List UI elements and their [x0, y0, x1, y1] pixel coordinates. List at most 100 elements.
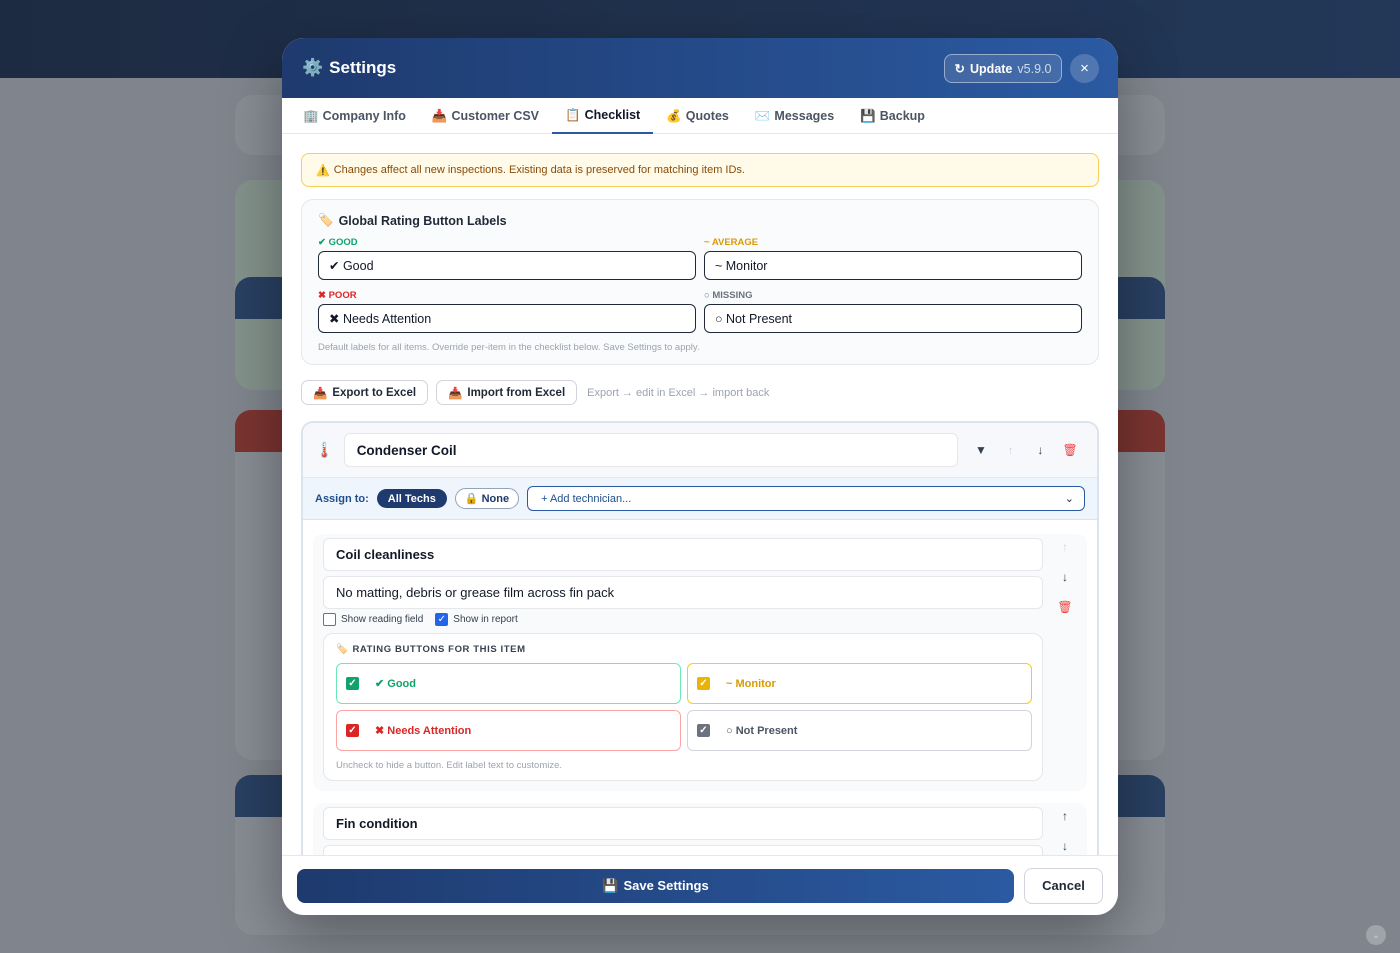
add-technician-select[interactable]: + Add technician... ⌄ — [527, 486, 1086, 511]
assign-row: Assign to: All Techs 🔒 None + Add techni… — [303, 478, 1097, 520]
tab-customer-csv[interactable]: 📥 Customer CSV — [419, 98, 552, 134]
checkbox-checked-icon[interactable]: ✓ — [697, 677, 710, 690]
poor-label-group: ✖ POOR ✖ Needs Attention — [318, 289, 696, 342]
item-title-input[interactable]: Coil cleanliness — [323, 538, 1043, 571]
rating-button-poor[interactable]: ✓ ✖ Needs Attention — [336, 710, 681, 751]
checkbox-checked-icon[interactable]: ✓ — [346, 677, 359, 690]
checkbox-checked-icon[interactable]: ✓ — [435, 613, 449, 626]
building-icon: 🏢 — [303, 108, 319, 123]
rating-button-missing[interactable]: ✓ ○ Not Present — [687, 710, 1032, 751]
export-excel-label: Export to Excel — [332, 386, 417, 399]
excel-hint: Export → edit in Excel → import back — [587, 386, 770, 399]
tab-label: Company Info — [322, 109, 406, 123]
section-header: 🌡️ Condenser Coil ▼ ↑ ↓ 🗑 — [303, 423, 1097, 478]
close-icon: × — [1080, 60, 1089, 77]
good-label-input[interactable]: ✔ Good — [318, 251, 696, 280]
item-controls: ↑ ↓ — [1055, 809, 1075, 853]
scroll-down-icon[interactable]: ⌄ — [1366, 925, 1386, 945]
show-in-report-label: Show in report — [453, 614, 518, 625]
good-caption: ✔ GOOD — [318, 237, 358, 248]
tab-label: Backup — [879, 109, 925, 123]
collapse-icon[interactable]: ▼ — [966, 443, 996, 457]
close-button[interactable]: × — [1070, 54, 1099, 83]
tab-quotes[interactable]: 💰 Quotes — [653, 98, 742, 134]
move-up-icon[interactable]: ↑ — [996, 443, 1026, 457]
trash-icon[interactable]: 🗑 — [1057, 600, 1072, 614]
global-labels-hint: Default labels for all items. Override p… — [318, 342, 700, 353]
checklist-item: Coil cleanliness No matting, debris or g… — [313, 534, 1087, 791]
chevron-down-icon: ⌄ — [1064, 493, 1075, 505]
move-down-icon[interactable]: ↓ — [1062, 570, 1068, 584]
move-up-icon[interactable]: ↑ — [1062, 540, 1068, 554]
settings-content[interactable]: ⚠️ Changes affect all new inspections. E… — [282, 135, 1118, 855]
move-up-icon[interactable]: ↑ — [1062, 809, 1068, 823]
none-label: None — [481, 492, 510, 505]
rating-button-good[interactable]: ✓ ✔ Good — [336, 663, 681, 704]
cancel-button[interactable]: Cancel — [1024, 867, 1103, 904]
floppy-disk-icon: 💾 — [860, 108, 876, 123]
item-description-input[interactable] — [323, 845, 1043, 855]
item-description-input[interactable]: No matting, debris or grease film across… — [323, 576, 1043, 609]
clipboard-icon: 📋 — [565, 107, 581, 122]
envelope-icon: ✉️ — [754, 108, 771, 123]
show-in-report-checkbox[interactable]: ✓ Show in report — [435, 613, 518, 626]
rating-missing-label[interactable]: ○ Not Present — [726, 725, 797, 737]
tab-label: Checklist — [584, 108, 641, 122]
refresh-icon: ↻ — [954, 62, 966, 76]
rating-buttons-hint: Uncheck to hide a button. Edit label tex… — [336, 760, 563, 771]
tab-label: Quotes — [685, 109, 729, 123]
all-techs-pill[interactable]: All Techs — [376, 489, 447, 508]
rating-good-label[interactable]: ✔ Good — [375, 677, 416, 690]
assign-label: Assign to: — [315, 492, 369, 505]
tab-checklist[interactable]: 📋 Checklist — [552, 98, 654, 134]
tab-backup[interactable]: 💾 Backup — [847, 98, 938, 134]
tab-label: Customer CSV — [451, 109, 540, 123]
modal-footer: 💾 Save Settings Cancel — [282, 855, 1118, 915]
settings-tabs: 🏢 Company Info 📥 Customer CSV 📋 Checklis… — [282, 98, 1118, 134]
section-name-input[interactable]: Condenser Coil — [343, 433, 959, 467]
poor-label-input[interactable]: ✖ Needs Attention — [318, 304, 696, 333]
modal-header: ⚙️ Settings ↻ Update v5.9.0 × — [282, 38, 1118, 98]
rating-buttons-title: 🏷️ RATING BUTTONS FOR THIS ITEM — [336, 644, 1030, 655]
show-reading-checkbox[interactable]: Show reading field — [323, 613, 423, 626]
average-label-group: ~ AVERAGE ~ Monitor — [704, 236, 1082, 289]
move-down-icon[interactable]: ↓ — [1026, 443, 1056, 457]
inbox-icon: 📥 — [448, 387, 463, 400]
rating-average-label[interactable]: ~ Monitor — [726, 678, 776, 690]
global-labels-card: 🏷️ Global Rating Button Labels ✔ GOOD ✔ … — [301, 199, 1099, 365]
modal-title: ⚙️ Settings — [302, 58, 396, 78]
tab-company-info[interactable]: 🏢 Company Info — [290, 98, 419, 134]
money-bag-icon: 💰 — [666, 108, 682, 123]
tab-label: Messages — [774, 109, 835, 123]
tag-icon: 🏷️ — [318, 213, 334, 227]
update-label: Update — [970, 61, 1013, 76]
floppy-disk-icon: 💾 — [602, 877, 619, 893]
warning-text: Changes affect all new inspections. Exis… — [333, 164, 745, 176]
item-title-input[interactable]: Fin condition — [323, 807, 1043, 840]
rating-buttons-card: 🏷️ RATING BUTTONS FOR THIS ITEM ✓ ✔ Good… — [323, 633, 1043, 781]
item-controls: ↑ ↓ 🗑 — [1055, 540, 1075, 614]
move-down-icon[interactable]: ↓ — [1062, 839, 1068, 853]
checkbox-checked-icon[interactable]: ✓ — [697, 724, 710, 737]
good-label-group: ✔ GOOD ✔ Good — [318, 236, 696, 289]
update-button[interactable]: ↻ Update v5.9.0 — [944, 54, 1062, 83]
missing-caption: ○ MISSING — [704, 290, 753, 301]
export-excel-button[interactable]: 📥 Export to Excel — [301, 380, 429, 405]
poor-caption: ✖ POOR — [318, 290, 357, 301]
checkbox-unchecked-icon[interactable] — [323, 613, 336, 626]
import-excel-button[interactable]: 📥 Import from Excel — [436, 380, 578, 405]
warning-icon: ⚠️ — [316, 164, 330, 177]
average-label-input[interactable]: ~ Monitor — [704, 251, 1082, 280]
trash-icon[interactable]: 🗑 — [1055, 443, 1085, 457]
tab-messages[interactable]: ✉️ Messages — [742, 98, 847, 134]
rating-poor-label[interactable]: ✖ Needs Attention — [375, 724, 471, 737]
item-options: Show reading field ✓ Show in report — [323, 613, 1043, 626]
modal-title-text: Settings — [329, 58, 397, 77]
save-settings-button[interactable]: 💾 Save Settings — [297, 868, 1014, 903]
version-label: v5.9.0 — [1017, 61, 1052, 76]
global-labels-title: 🏷️ Global Rating Button Labels — [318, 213, 1082, 228]
none-pill[interactable]: 🔒 None — [454, 488, 520, 509]
missing-label-input[interactable]: ○ Not Present — [704, 304, 1082, 333]
checkbox-checked-icon[interactable]: ✓ — [346, 724, 359, 737]
rating-button-average[interactable]: ✓ ~ Monitor — [687, 663, 1032, 704]
